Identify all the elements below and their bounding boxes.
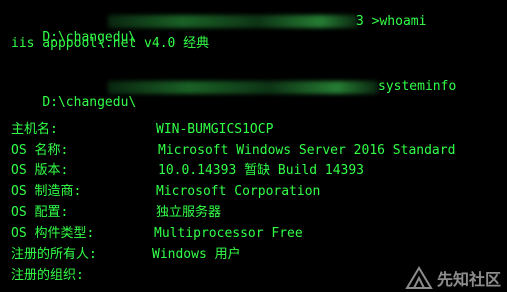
info-label-os-config: OS 配置: (11, 205, 69, 220)
prompt-path: D:\changedu\ (42, 95, 137, 110)
info-value-os-version: 10.0.14393 暂缺 Build 14393 (158, 163, 365, 178)
info-label-registered-org: 注册的组织: (11, 268, 84, 283)
info-value-registered-owner: Windows 用户 (152, 247, 241, 262)
watermark: 先知社区 (405, 266, 501, 290)
whoami-command: 3 >whoami (356, 14, 427, 29)
info-label-registered-owner: 注册的所有人: (11, 247, 97, 262)
whoami-output: iis apppool\.net v4.0 经典 (11, 36, 210, 51)
redacted-path (108, 15, 358, 28)
terminal-window[interactable]: D:\changedu\ 3 >whoami iis apppool\.net … (0, 0, 507, 292)
info-label-os-manufacturer: OS 制造商: (11, 184, 82, 199)
info-label-os-name: OS 名称: (11, 143, 69, 158)
systeminfo-command: systeminfo (378, 79, 457, 94)
info-value-hostname: WIN-BUMGICS1OCP (156, 122, 274, 137)
info-value-os-config: 独立服务器 (156, 205, 222, 220)
watermark-text: 先知社区 (436, 270, 501, 289)
info-label-os-version: OS 版本: (11, 163, 69, 178)
info-value-os-manufacturer: Microsoft Corporation (156, 184, 321, 199)
xianzhi-logo-icon (405, 266, 433, 290)
info-value-os-build-type: Multiprocessor Free (154, 226, 303, 241)
info-label-os-build-type: OS 构件类型: (11, 226, 95, 241)
info-value-os-name: Microsoft Windows Server 2016 Standard (158, 143, 456, 158)
info-label-hostname: 主机名: (11, 122, 58, 137)
redacted-path (108, 81, 378, 94)
